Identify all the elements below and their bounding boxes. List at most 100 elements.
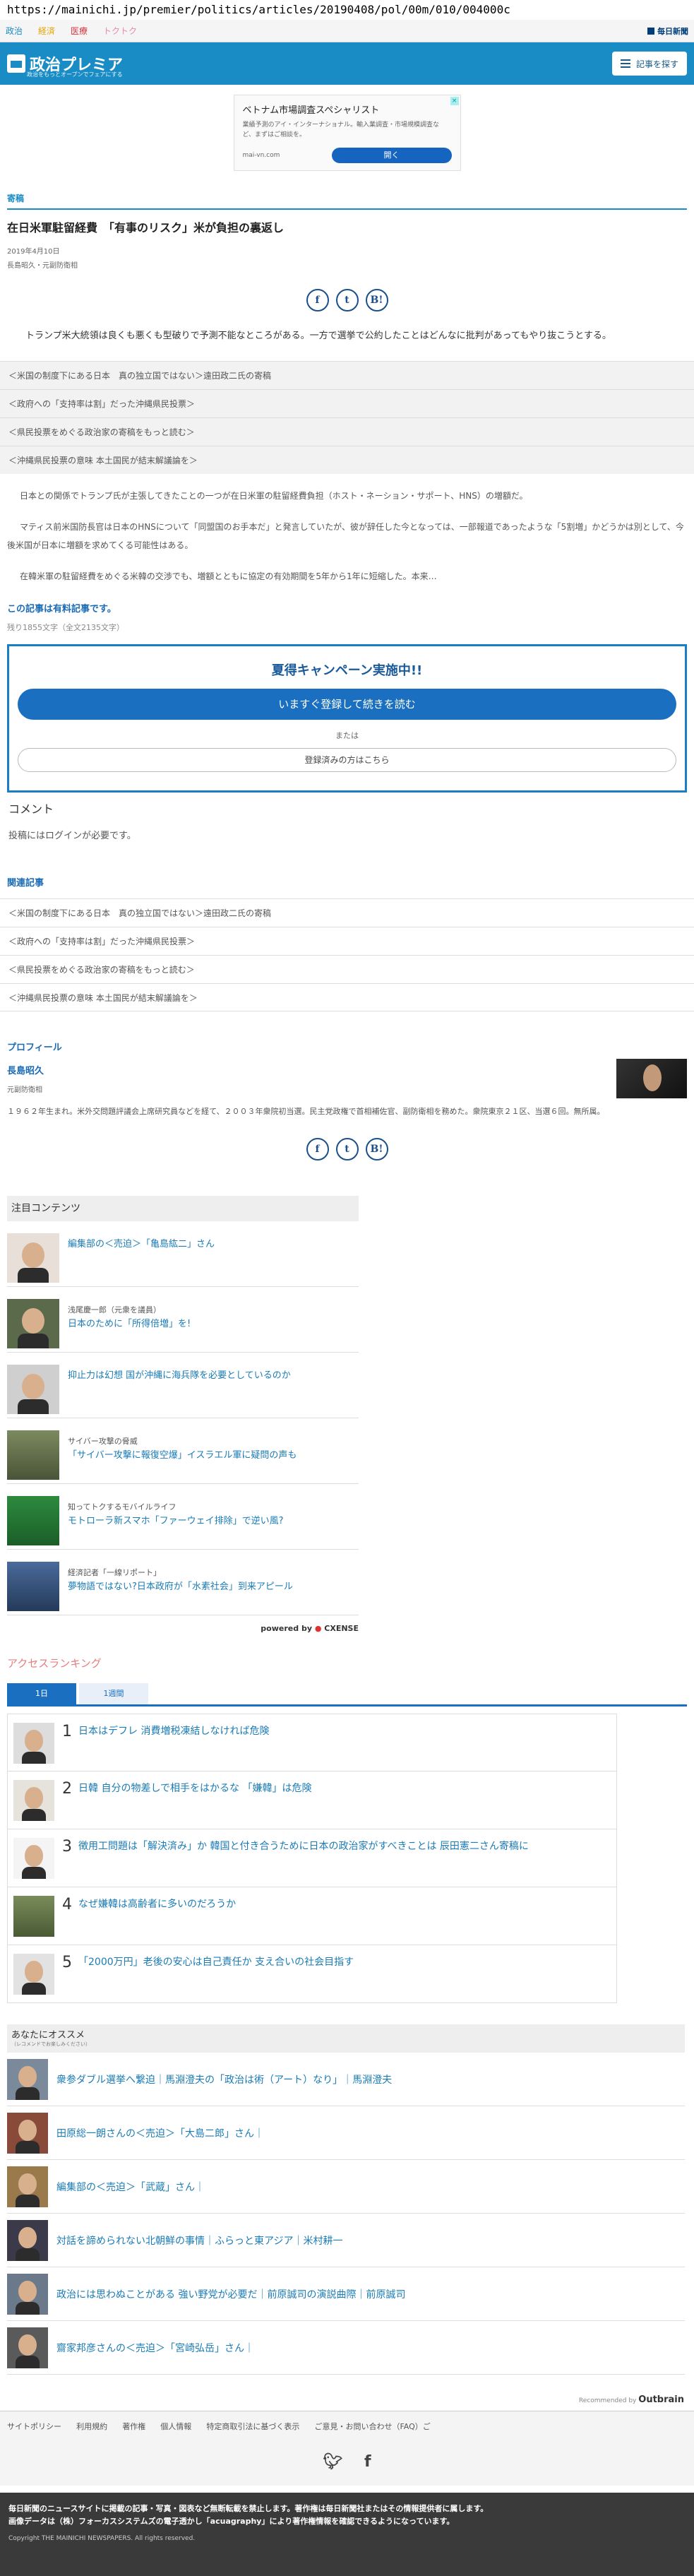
featured-thumbnail[interactable] xyxy=(7,1365,59,1414)
related-item[interactable]: ＜沖縄県民投票の意味 本土国民が結末解議論を＞ xyxy=(0,983,694,1011)
author-profile: 長島昭久 元副防衛相 １９６２年生まれ。米外交問題評議会上席研究員などを経て、２… xyxy=(7,1059,687,1127)
recommend-thumbnail[interactable] xyxy=(7,2273,48,2315)
recommend-title[interactable]: 政治には思わぬことがある 強い野党が必要だ｜前原誠司の演説曲際｜前原誠司 xyxy=(56,2287,405,2301)
footer-link-copyright[interactable]: 著作権 xyxy=(122,2422,145,2431)
inline-related-link[interactable]: ＜政府への「支持率は割」だった沖縄県民投票＞ xyxy=(0,389,694,417)
related-item[interactable]: ＜米国の制度下にある日本 真の独立国ではない＞遠田政二氏の寄稿 xyxy=(0,898,694,927)
featured-title[interactable]: 夢物語ではない?日本政府が「水素社会」到来アピール xyxy=(68,1580,293,1594)
featured-title[interactable]: 編集部の＜売迫＞「亀島紘二」さん xyxy=(68,1237,215,1252)
featured-thumbnail[interactable] xyxy=(7,1562,59,1611)
nav-item-politics[interactable]: 政治 xyxy=(6,25,23,37)
tab-1week[interactable]: 1週間 xyxy=(79,1683,148,1704)
ad-open-button[interactable]: 開く xyxy=(331,148,452,163)
recommend-item[interactable]: 編集部の＜売迫＞「武蔵」さん｜ xyxy=(7,2160,685,2214)
recommend-item[interactable]: 齋家邦彦さんの＜売迫＞「宮崎弘岳」さん｜ xyxy=(7,2321,685,2375)
register-button[interactable]: いますぐ登録して続きを読む xyxy=(18,689,676,720)
featured-title[interactable]: 抑止力は幻想 国が沖縄に海兵隊を必要としているのか xyxy=(68,1369,291,1383)
footer-link-commerce[interactable]: 特定商取引法に基づく表示 xyxy=(206,2422,299,2431)
inline-related-link[interactable]: ＜沖縄県民投票の意味 本土国民が結末解議論を＞ xyxy=(0,446,694,474)
twitter-icon[interactable]: 🐦︎ xyxy=(323,2453,342,2471)
nav-item-tokutoku[interactable]: トクトク xyxy=(103,25,137,37)
ranking-item[interactable]: 2 日韓 自分の物差しで相手をはかるな 「嫌韓」は危険 xyxy=(7,1771,617,1829)
recommend-title[interactable]: 対話を諦められない北朝鮮の事情｜ふらっと東アジア｜米村耕一 xyxy=(56,2233,342,2248)
profile-name[interactable]: 長島昭久 xyxy=(7,1063,687,1076)
ranking-title[interactable]: 「2000万円」老後の安心は自己責任か 支え合いの社会目指す xyxy=(78,1954,354,1971)
inline-related-link[interactable]: ＜県民投票をめぐる政治家の寄稿をもっと読む＞ xyxy=(0,417,694,446)
recommend-item[interactable]: 衆参ダブル選挙へ繋迫｜馬淵澄夫の「政治は術（アート）なり」｜馬淵澄夫 xyxy=(7,2053,685,2106)
related-item[interactable]: ＜県民投票をめぐる政治家の寄稿をもっと読む＞ xyxy=(0,955,694,983)
ranking-item[interactable]: 5 「2000万円」老後の安心は自己責任か 支え合いの社会目指す xyxy=(7,1945,617,2003)
featured-item[interactable]: 浅尾慶一郎（元衆を議員） 日本のために「所得倍増」を! xyxy=(7,1299,359,1353)
ranking-item[interactable]: 3 徴用工問題は「解決済み」か 韓国と付き合うために日本の政治家がすべきことは … xyxy=(7,1829,617,1887)
ranking-number: 4 xyxy=(62,1896,72,1913)
featured-item[interactable]: 知ってトクするモバイルライフモトローラ新スマホ「ファーウェイ排除」で逆い風? xyxy=(7,1496,359,1550)
featured-thumbnail[interactable] xyxy=(7,1430,59,1480)
ranking-title[interactable]: 徴用工問題は「解決済み」か 韓国と付き合うために日本の政治家がすべきことは 辰田… xyxy=(78,1838,529,1855)
facebook-share-icon[interactable]: f xyxy=(306,289,329,311)
nav-item-economy[interactable]: 経済 xyxy=(38,25,55,37)
ranking-thumbnail[interactable] xyxy=(13,1723,54,1764)
featured-item[interactable]: 経済記者「一線リポート」 夢物語ではない?日本政府が「水素社会」到来アピール xyxy=(7,1562,359,1615)
featured-item[interactable]: 編集部の＜売迫＞「亀島紘二」さん xyxy=(7,1233,359,1287)
featured-title[interactable]: モトローラ新スマホ「ファーウェイ排除」で逆い風? xyxy=(68,1514,284,1529)
ranking-thumbnail[interactable] xyxy=(13,1780,54,1821)
recommend-title[interactable]: 田原総一朗さんの＜売迫＞「大島二郎」さん｜ xyxy=(56,2126,264,2140)
featured-kicker: 知ってトクするモバイルライフ xyxy=(68,1502,177,1512)
ad-title[interactable]: ベトナム市場調査スペシャリスト xyxy=(243,102,452,116)
featured-thumbnail[interactable] xyxy=(7,1496,59,1545)
ranking-item[interactable]: 1 日本はデフレ 消費増税凍結しなければ危険 xyxy=(7,1714,617,1771)
ranking-heading: アクセスランキング xyxy=(7,1657,102,1670)
mainichi-brand[interactable]: 毎日新聞 xyxy=(647,25,688,37)
featured-item[interactable]: 抑止力は幻想 国が沖縄に海兵隊を必要としているのか xyxy=(7,1365,359,1418)
find-articles-button[interactable]: 記事を探す xyxy=(611,52,687,76)
recommended-by-outbrain[interactable]: Recommended by Outbrain xyxy=(10,2394,684,2405)
facebook-icon[interactable]: f xyxy=(364,2453,371,2471)
recommend-subheading: （レコメンドでお楽しみください） xyxy=(11,2041,90,2047)
recommend-item[interactable]: 対話を諦められない北朝鮮の事情｜ふらっと東アジア｜米村耕一 xyxy=(7,2214,685,2267)
ranking-thumbnail[interactable] xyxy=(13,1954,54,1995)
login-button[interactable]: 登録済みの方はこちら xyxy=(18,748,676,772)
ranking-title[interactable]: 日本はデフレ 消費増税凍結しなければ危険 xyxy=(78,1723,269,1740)
recommend-thumbnail[interactable] xyxy=(7,2058,48,2100)
hatena-bookmark-icon[interactable]: B! xyxy=(365,289,388,311)
ranking-title[interactable]: 日韓 自分の物差しで相手をはかるな 「嫌韓」は危険 xyxy=(78,1780,311,1797)
ranking-thumbnail[interactable] xyxy=(13,1896,54,1937)
twitter-share-icon[interactable]: t xyxy=(335,1138,359,1161)
twitter-share-icon[interactable]: t xyxy=(335,289,359,311)
recommend-thumbnail[interactable] xyxy=(7,2112,48,2154)
related-item[interactable]: ＜政府への「支持率は割」だった沖縄県民投票＞ xyxy=(0,927,694,955)
powered-by-cxense[interactable]: powered by ● CXENSE xyxy=(7,1624,359,1633)
section-label[interactable]: 寄稿 xyxy=(7,192,687,210)
recommend-item[interactable]: 田原総一朗さんの＜売迫＞「大島二郎」さん｜ xyxy=(7,2106,685,2160)
featured-title[interactable]: 日本のために「所得倍増」を! xyxy=(68,1317,191,1331)
ranking-item[interactable]: 4 なぜ嫌韓は高齢者に多いのだろうか xyxy=(7,1887,617,1945)
featured-thumbnail[interactable] xyxy=(7,1233,59,1283)
recommend-item[interactable]: 政治には思わぬことがある 強い野党が必要だ｜前原誠司の演説曲際｜前原誠司 xyxy=(7,2267,685,2321)
recommend-thumbnail[interactable] xyxy=(7,2166,48,2207)
footer-social: 🐦︎ f xyxy=(7,2453,687,2471)
campaign-title: 夏得キャンペーン実施中!! xyxy=(271,663,423,678)
address-bar[interactable]: https://mainichi.jp/premier/politics/art… xyxy=(0,0,694,20)
ranking-title[interactable]: なぜ嫌韓は高齢者に多いのだろうか xyxy=(78,1896,236,1913)
recommend-thumbnail[interactable] xyxy=(7,2327,48,2368)
inline-related-link[interactable]: ＜米国の制度下にある日本 真の独立国ではない＞遠田政二氏の寄稿 xyxy=(0,361,694,389)
recommend-title[interactable]: 齋家邦彦さんの＜売迫＞「宮崎弘岳」さん｜ xyxy=(56,2341,254,2355)
nav-item-medical[interactable]: 医療 xyxy=(71,25,88,37)
footer-link-privacy[interactable]: 個人情報 xyxy=(160,2422,191,2431)
related-heading: 関連記事 xyxy=(7,878,44,889)
recommend-title[interactable]: 編集部の＜売迫＞「武蔵」さん｜ xyxy=(56,2180,205,2194)
recommend-title[interactable]: 衆参ダブル選挙へ繋迫｜馬淵澄夫の「政治は術（アート）なり」｜馬淵澄夫 xyxy=(56,2072,392,2087)
hatena-bookmark-icon[interactable]: B! xyxy=(365,1138,388,1161)
footer-link-site-policy[interactable]: サイトポリシー xyxy=(7,2422,61,2431)
featured-title[interactable]: 「サイバー攻撃に報復空爆」イスラエル軍に疑問の声も xyxy=(68,1449,297,1463)
footer-link-contact[interactable]: ご意見・お問い合わせ（FAQ）ご xyxy=(314,2422,430,2431)
footer-link-terms[interactable]: 利用規約 xyxy=(76,2422,107,2431)
ranking-thumbnail[interactable] xyxy=(13,1838,54,1879)
ad-close-icon[interactable]: × xyxy=(450,97,459,105)
tab-1day[interactable]: 1日 xyxy=(7,1683,76,1704)
facebook-share-icon[interactable]: f xyxy=(306,1138,329,1161)
featured-item[interactable]: サイバー攻撃の脅威 「サイバー攻撃に報復空爆」イスラエル軍に疑問の声も xyxy=(7,1430,359,1484)
featured-thumbnail[interactable] xyxy=(7,1299,59,1348)
recommend-thumbnail[interactable] xyxy=(7,2219,48,2261)
advertisement[interactable]: × ベトナム市場調査スペシャリスト 業績予測のアイ・インターナショナル。輸入業調… xyxy=(233,95,461,171)
